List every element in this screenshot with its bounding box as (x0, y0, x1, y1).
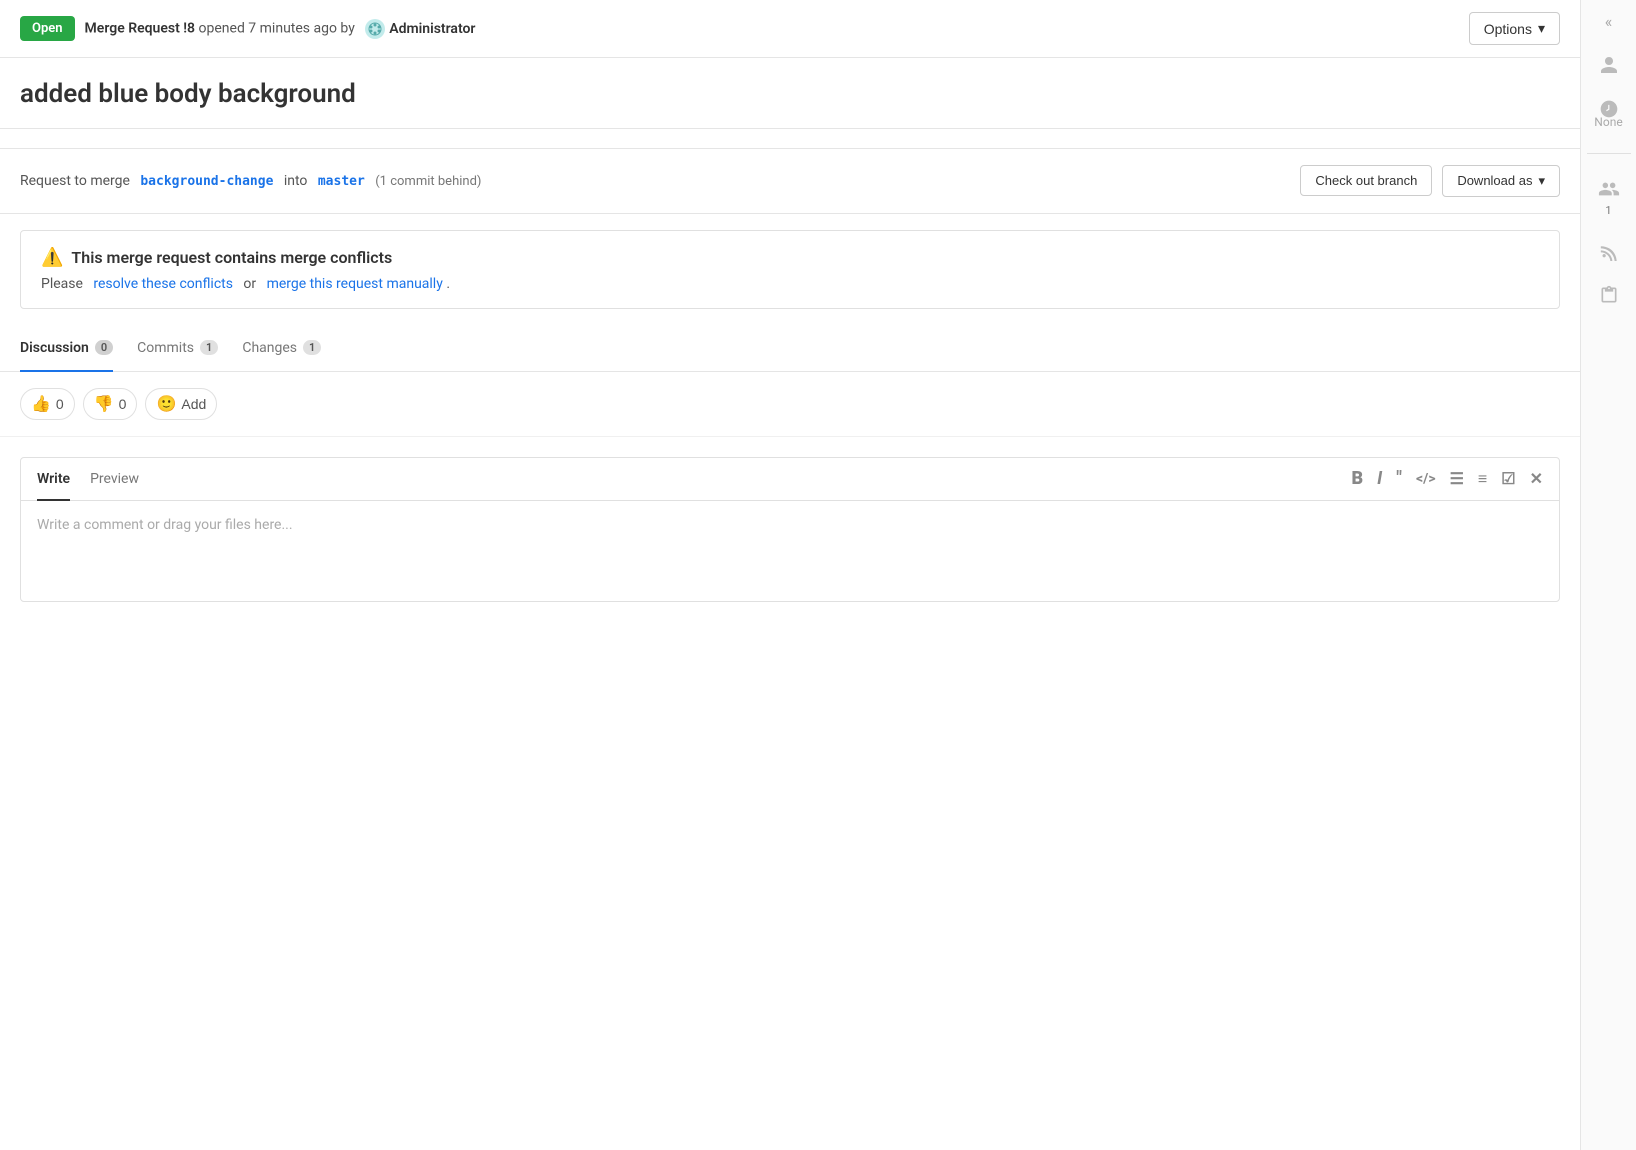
header-bar: Open Merge Request !8 opened 7 minutes a… (0, 0, 1580, 58)
comment-placeholder: Write a comment or drag your files here.… (37, 517, 293, 533)
resolve-conflicts-link[interactable]: resolve these conflicts (93, 276, 233, 292)
comment-body[interactable]: Write a comment or drag your files here.… (21, 501, 1559, 601)
options-label: Options (1484, 21, 1532, 37)
tab-discussion-label: Discussion (20, 340, 89, 356)
quote-icon[interactable]: " (1396, 468, 1402, 489)
bold-icon[interactable]: B (1352, 468, 1364, 489)
mr-number: Merge Request !8 (85, 20, 195, 36)
options-chevron-icon: ▾ (1538, 20, 1545, 37)
sidebar-user[interactable] (1599, 55, 1619, 75)
merge-manually-link[interactable]: merge this request manually (267, 276, 443, 292)
author-avatar-icon (365, 19, 385, 39)
source-branch[interactable]: background-change (140, 174, 273, 189)
sidebar-clipboard[interactable] (1599, 285, 1619, 305)
sidebar-clock[interactable]: None (1594, 99, 1622, 129)
conflict-body-middle: or (243, 276, 256, 292)
conflict-body: Please resolve these conflicts or merge … (41, 276, 1539, 292)
conflict-title: ⚠️ This merge request contains merge con… (41, 247, 1539, 268)
fullscreen-icon[interactable]: ✕ (1530, 469, 1543, 488)
italic-icon[interactable]: I (1377, 468, 1382, 489)
clipboard-icon (1599, 285, 1619, 305)
sidebar-divider (1587, 153, 1631, 154)
sidebar-feed[interactable] (1599, 241, 1619, 261)
comment-tab-group: Write Preview (37, 458, 159, 500)
conflict-box: ⚠️ This merge request contains merge con… (20, 230, 1560, 309)
conflict-body-prefix: Please (41, 276, 83, 292)
download-label: Download as (1457, 173, 1532, 188)
header-meta: Merge Request !8 opened 7 minutes ago by… (85, 19, 1459, 39)
thumbsup-count: 0 (56, 396, 64, 412)
comment-box: Write Preview B I " </> ☰ ≡ ☑ ✕ Write a … (20, 457, 1560, 602)
thumbsdown-emoji: 👎 (94, 394, 114, 414)
comment-toolbar: B I " </> ☰ ≡ ☑ ✕ (1352, 468, 1543, 489)
add-reaction-button[interactable]: 🙂 Add (145, 388, 217, 420)
code-icon[interactable]: </> (1416, 471, 1436, 487)
tab-discussion-badge: 0 (95, 340, 113, 355)
conflict-title-text: This merge request contains merge confli… (71, 248, 392, 267)
smiley-icon: 🙂 (156, 394, 176, 414)
download-as-button[interactable]: Download as ▾ (1442, 165, 1560, 197)
user-icon (1599, 55, 1619, 75)
thumbsdown-button[interactable]: 👎 0 (83, 388, 138, 420)
preview-tab[interactable]: Preview (90, 459, 139, 501)
add-reaction-label: Add (181, 396, 206, 412)
write-tab[interactable]: Write (37, 459, 70, 501)
tab-changes-badge: 1 (303, 340, 321, 355)
description-area (0, 129, 1580, 149)
options-button[interactable]: Options ▾ (1469, 12, 1560, 45)
conflict-body-suffix: . (446, 276, 450, 292)
ordered-list-icon[interactable]: ≡ (1478, 469, 1487, 489)
sidebar-collapse[interactable]: « (1605, 12, 1613, 31)
tab-commits-label: Commits (137, 340, 194, 356)
warning-icon: ⚠️ (41, 247, 63, 268)
checkout-branch-button[interactable]: Check out branch (1300, 165, 1432, 196)
thumbsup-button[interactable]: 👍 0 (20, 388, 75, 420)
branch-prefix: Request to merge (20, 173, 130, 189)
open-badge: Open (20, 16, 75, 41)
thumbsdown-count: 0 (119, 396, 127, 412)
tab-commits[interactable]: Commits 1 (137, 326, 218, 372)
branch-info-bar: Request to merge background-change into … (0, 149, 1580, 214)
tabs-bar: Discussion 0 Commits 1 Changes 1 (0, 325, 1580, 372)
thumbsup-emoji: 👍 (31, 394, 51, 414)
author-name: Administrator (389, 21, 475, 37)
collapse-icon[interactable]: « (1605, 12, 1613, 31)
none-label: None (1594, 115, 1622, 129)
download-chevron-icon: ▾ (1538, 173, 1545, 189)
participants-count: 1 (1605, 204, 1611, 217)
tab-changes-label: Changes (242, 340, 297, 356)
checkbox-icon[interactable]: ☑ (1501, 469, 1515, 488)
mr-title: added blue body background (20, 78, 1560, 112)
rss-icon (1599, 241, 1619, 261)
right-sidebar: « None 1 (1580, 0, 1636, 1150)
comment-tabs: Write Preview B I " </> ☰ ≡ ☑ ✕ (21, 458, 1559, 501)
title-section: added blue body background (0, 58, 1580, 129)
tab-commits-badge: 1 (200, 340, 218, 355)
target-branch[interactable]: master (318, 174, 365, 189)
behind-text: (1 commit behind) (375, 174, 481, 189)
branch-middle: into (284, 173, 308, 189)
sidebar-participants[interactable]: 1 (1598, 178, 1620, 217)
reactions-bar: 👍 0 👎 0 🙂 Add (0, 372, 1580, 437)
tab-changes[interactable]: Changes 1 (242, 326, 321, 372)
participants-icon (1598, 178, 1620, 200)
tab-discussion[interactable]: Discussion 0 (20, 326, 113, 372)
mr-meta-detail: opened 7 minutes ago by (199, 20, 355, 36)
branch-info-text: Request to merge background-change into … (20, 173, 1290, 189)
unordered-list-icon[interactable]: ☰ (1450, 469, 1464, 488)
